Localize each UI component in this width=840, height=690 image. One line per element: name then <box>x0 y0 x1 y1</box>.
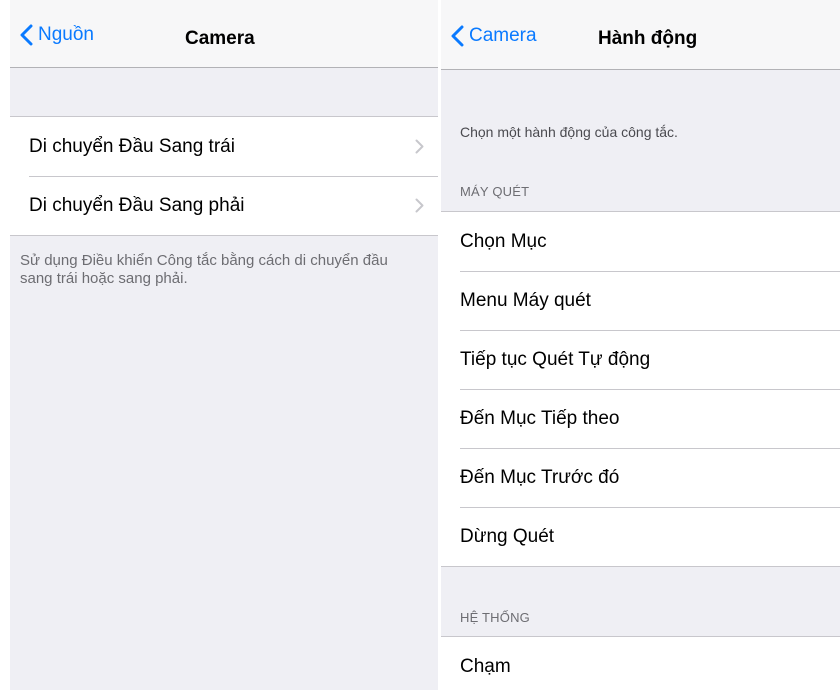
list-item-label: Đến Mục Trước đó <box>460 466 620 488</box>
list-item-next-item[interactable]: Đến Mục Tiếp theo <box>441 389 840 448</box>
system-actions-list: Chạm <box>441 636 840 690</box>
list-item-stop-scanning[interactable]: Dừng Quét <box>441 507 840 566</box>
instruction-text: Chọn một hành động của công tắc. <box>460 124 678 140</box>
navigation-bar: Nguồn Camera <box>10 0 438 68</box>
list-item-previous-item[interactable]: Đến Mục Trước đó <box>441 448 840 507</box>
scanner-actions-list: Chọn Mục Menu Máy quét Tiếp tục Quét Tự … <box>441 211 840 567</box>
page-title: Hành động <box>598 28 698 49</box>
chevron-right-icon <box>415 139 424 154</box>
back-button[interactable]: Camera <box>451 25 537 47</box>
section-footer-text: Sử dụng Điều khiển Công tắc bằng cách di… <box>20 252 388 287</box>
list-item-label: Dừng Quét <box>460 525 555 547</box>
list-item-label: Chọn Mục <box>460 230 547 252</box>
chevron-left-icon <box>451 25 464 47</box>
list-item-move-head-right[interactable]: Di chuyển Đầu Sang phải <box>10 176 438 235</box>
section-header-system: HỆ THỐNG <box>460 610 530 625</box>
chevron-right-icon <box>415 198 424 213</box>
section-header-scanner: MÁY QUÉT <box>460 184 530 199</box>
list-item-select-item[interactable]: Chọn Mục <box>441 212 840 271</box>
back-label: Camera <box>469 25 537 46</box>
list-item-scanner-menu[interactable]: Menu Máy quét <box>441 271 840 330</box>
list-item-label: Di chuyển Đầu Sang phải <box>29 194 245 216</box>
list-item-move-head-left[interactable]: Di chuyển Đầu Sang trái <box>10 117 438 176</box>
list-item-label: Chạm <box>460 655 511 677</box>
list-item-label: Tiếp tục Quét Tự động <box>460 348 651 370</box>
list-item-label: Đến Mục Tiếp theo <box>460 407 620 429</box>
left-screen: Nguồn Camera Di chuyển Đầu Sang trái Di … <box>10 0 438 690</box>
page-title: Camera <box>185 28 255 49</box>
navigation-bar: Camera Hành động <box>441 0 840 70</box>
chevron-left-icon <box>20 24 33 46</box>
right-screen: Camera Hành động Chọn một hành động của … <box>441 0 840 690</box>
back-button[interactable]: Nguồn <box>20 24 94 46</box>
list-item-tap[interactable]: Chạm <box>441 637 840 690</box>
back-label: Nguồn <box>38 24 94 45</box>
head-movement-list: Di chuyển Đầu Sang trái Di chuyển Đầu Sa… <box>10 116 438 236</box>
list-item-label: Di chuyển Đầu Sang trái <box>29 135 235 157</box>
list-item-label: Menu Máy quét <box>460 289 591 311</box>
list-item-resume-auto-scan[interactable]: Tiếp tục Quét Tự động <box>441 330 840 389</box>
